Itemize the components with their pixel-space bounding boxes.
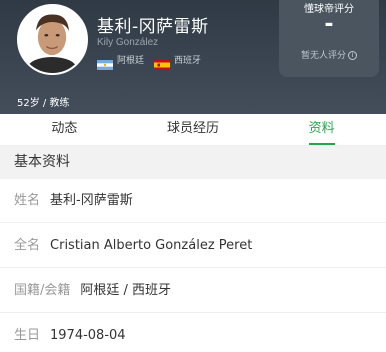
player-header: 基利-冈萨雷斯 Kily González 阿根廷 西班牙 52岁 / 教练 懂… xyxy=(0,0,386,114)
argentina-flag-icon xyxy=(97,55,113,70)
tab-news[interactable]: 动态 xyxy=(0,114,129,145)
info-icon[interactable]: i xyxy=(348,51,357,60)
spain-flag-icon xyxy=(154,55,171,70)
detail-row-fullname: 全名 Cristian Alberto González Peret xyxy=(0,224,386,268)
player-latin-name: Kily González xyxy=(97,37,159,48)
player-name: 基利-冈萨雷斯 xyxy=(97,17,209,37)
detail-row-name: 姓名 基利-冈萨雷斯 xyxy=(0,179,386,223)
detail-row-birthday: 生日 1974-08-04 xyxy=(0,314,386,352)
detail-label: 生日 xyxy=(14,328,41,343)
detail-value: Cristian Alberto González Peret xyxy=(50,238,253,253)
player-photo-icon xyxy=(19,6,86,73)
rating-note-text: 暂无人评分 xyxy=(300,51,346,61)
rating-value: - xyxy=(324,12,334,37)
country-label: 阿根廷 xyxy=(117,56,145,66)
detail-value: 阿根廷 / 西班牙 xyxy=(80,283,172,298)
rating-card[interactable]: 懂球帝评分 - 暂无人评分 i xyxy=(279,0,379,77)
detail-value: 基利-冈萨雷斯 xyxy=(50,193,133,208)
country-label: 西班牙 xyxy=(174,56,202,66)
section-title: 基本资料 xyxy=(0,146,386,179)
rating-note: 暂无人评分 i xyxy=(279,48,379,61)
nationality-list: 阿根廷 西班牙 xyxy=(97,53,211,70)
detail-row-nationality: 国籍/会籍 阿根廷 / 西班牙 xyxy=(0,269,386,313)
tab-profile[interactable]: 资料 xyxy=(257,114,386,145)
profile-tabs: 动态 球员经历 资料 xyxy=(0,114,386,146)
detail-label: 全名 xyxy=(14,238,41,253)
avatar xyxy=(17,4,88,75)
tab-career[interactable]: 球员经历 xyxy=(129,114,258,145)
detail-label: 姓名 xyxy=(14,193,41,208)
detail-value: 1974-08-04 xyxy=(50,328,126,343)
age-role-text: 52岁 / 教练 xyxy=(17,98,70,109)
detail-label: 国籍/会籍 xyxy=(14,283,71,298)
